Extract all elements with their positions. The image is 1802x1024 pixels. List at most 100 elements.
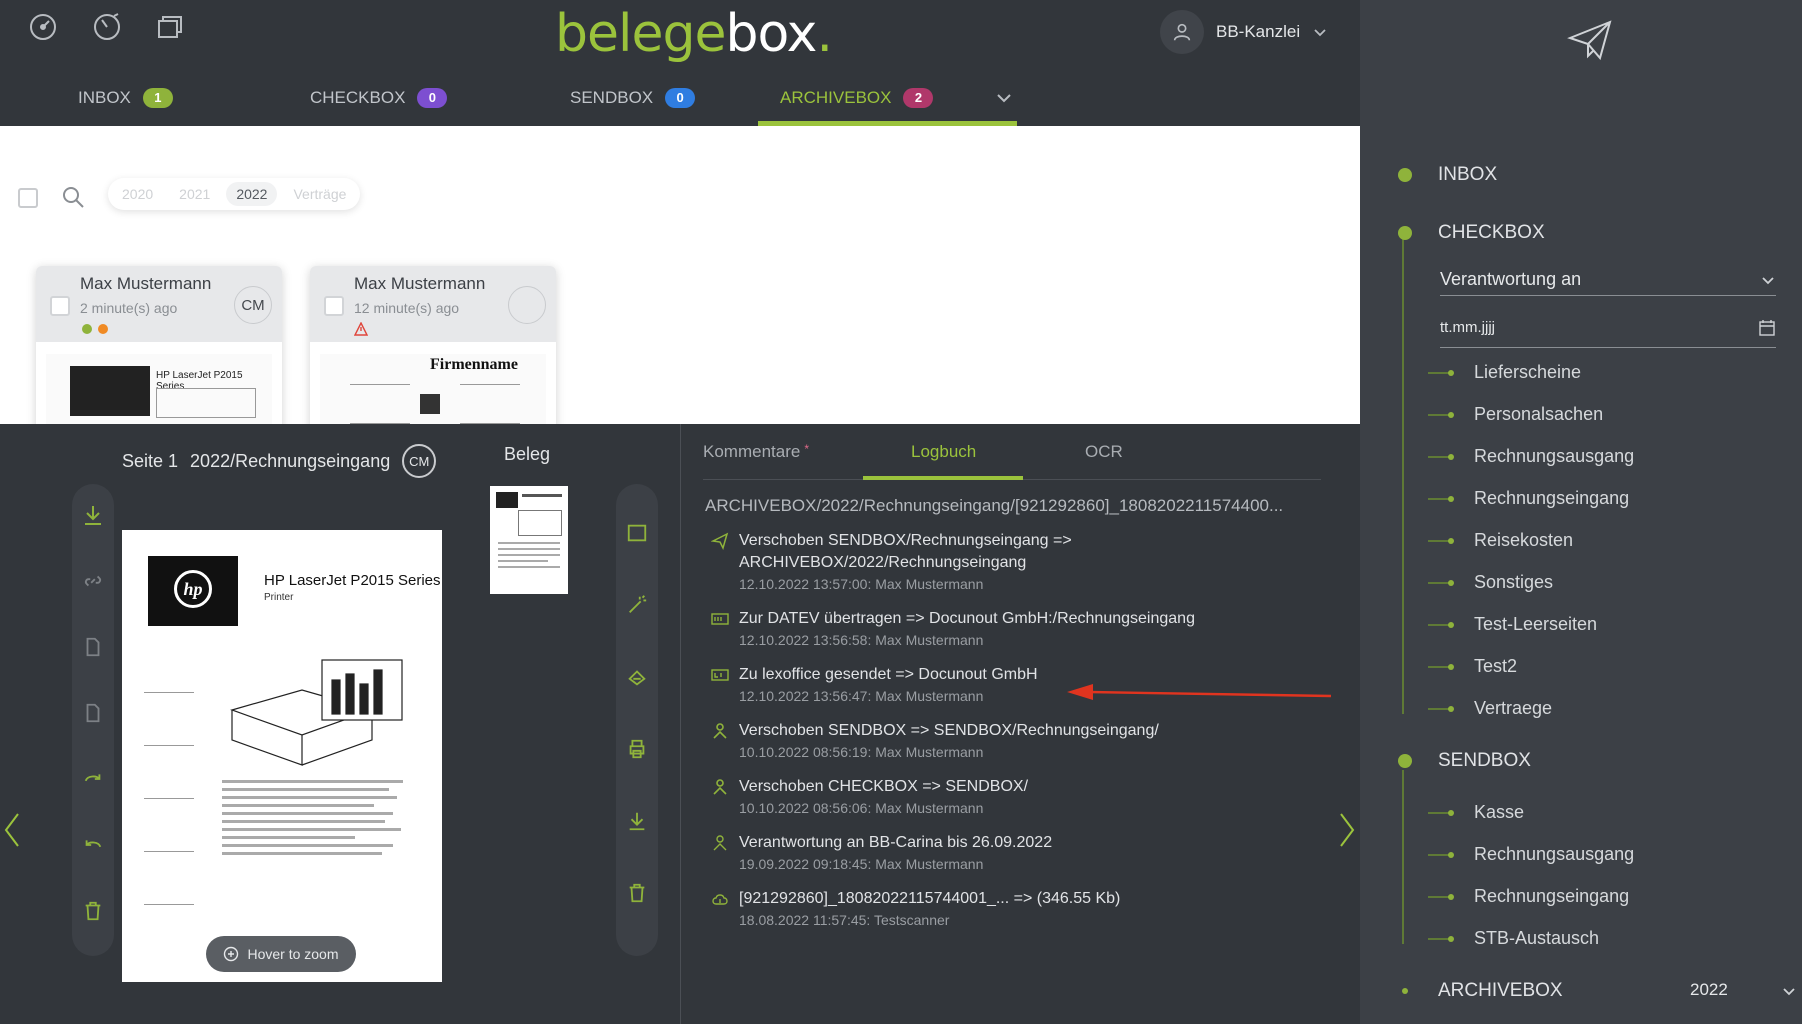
- magic-wand-icon[interactable]: [624, 592, 650, 618]
- sidebar-item-vertraege[interactable]: Vertraege: [1428, 698, 1552, 719]
- sidebar-item-test-leerseiten[interactable]: Test-Leerseiten: [1428, 614, 1597, 635]
- user-menu[interactable]: BB-Kanzlei: [1160, 10, 1328, 54]
- document-card[interactable]: Max Mustermann 12 minute(s) ago Firmenna…: [310, 266, 556, 424]
- previous-page-arrow-icon[interactable]: [2, 810, 22, 850]
- sidebar-item-reisekosten[interactable]: Reisekosten: [1428, 530, 1573, 551]
- document-card[interactable]: Max Mustermann 2 minute(s) ago CM HP Las…: [36, 266, 282, 424]
- trash-icon[interactable]: [80, 898, 106, 924]
- sendbox-count-badge: 0: [665, 88, 696, 108]
- document-remove-icon[interactable]: [80, 700, 106, 726]
- filter-2021[interactable]: 2021: [169, 182, 220, 206]
- download-icon[interactable]: [624, 808, 650, 834]
- tab-kommentare[interactable]: Kommentare *: [703, 442, 809, 462]
- log-entry: Verantwortung an BB-Carina bis 26.09.202…: [711, 832, 1311, 872]
- log-entry: Verschoben CHECKBOX => SENDBOX/ 10.10.20…: [711, 776, 1311, 816]
- tabs-chevron-down-icon[interactable]: [992, 86, 1016, 110]
- hp-logo-block: hp: [148, 556, 238, 626]
- lexoffice-icon: [711, 666, 729, 684]
- document-viewer: Seite 1 2022/Rechnungseingang CM Beleg h…: [0, 424, 680, 1024]
- responsibility-icon: [711, 834, 729, 852]
- logbook-panel: Kommentare * Logbuch OCR ARCHIVEBOX/2022/…: [680, 424, 1360, 1024]
- viewer-initials: CM: [402, 444, 437, 478]
- next-page-arrow-icon[interactable]: [1337, 810, 1357, 850]
- dashboard-icon[interactable]: [26, 10, 60, 44]
- card-initials: [508, 286, 546, 324]
- sendbox-tree-line: [1402, 770, 1404, 944]
- link-icon[interactable]: [80, 568, 106, 594]
- card-thumbnail: HP LaserJet P2015 Series: [46, 354, 272, 424]
- filter-2022[interactable]: 2022: [226, 182, 278, 206]
- speedometer-icon[interactable]: [90, 10, 124, 44]
- sidebar-item-sendbox[interactable]: SENDBOX: [1398, 750, 1531, 772]
- sidebar-item-kasse[interactable]: Kasse: [1428, 802, 1524, 823]
- log-path: ARCHIVEBOX/2022/Rechnungseingang/[921292…: [705, 496, 1284, 515]
- tab-archivebox[interactable]: ARCHIVEBOX 2: [757, 78, 1019, 126]
- card-owner: Max Mustermann: [80, 274, 212, 293]
- download-icon[interactable]: [80, 502, 106, 528]
- windows-icon[interactable]: [154, 10, 188, 44]
- tab-logbuch[interactable]: Logbuch: [911, 442, 976, 462]
- rotate-right-icon[interactable]: [80, 766, 106, 792]
- card-header: Max Mustermann 12 minute(s) ago: [310, 266, 556, 342]
- tab-inbox[interactable]: INBOX 1: [78, 78, 173, 126]
- trash-icon[interactable]: [624, 880, 650, 906]
- plus-circle-icon: [224, 946, 239, 962]
- stamp-icon[interactable]: [624, 664, 650, 690]
- checkbox-tree-line: [1402, 236, 1404, 714]
- status-dot-green: [82, 324, 92, 334]
- tab-sendbox[interactable]: SENDBOX 0: [570, 78, 696, 126]
- card-time: 2 minute(s) ago: [80, 300, 178, 316]
- sidebar-item-checkbox[interactable]: CHECKBOX: [1398, 222, 1545, 244]
- sidebar-item-rechnungseingang-send[interactable]: Rechnungseingang: [1428, 886, 1629, 907]
- send-paper-plane-icon[interactable]: [1566, 16, 1614, 64]
- sidebar-item-rechnungseingang[interactable]: Rechnungseingang: [1428, 488, 1629, 509]
- archivebox-count-badge: 2: [903, 88, 934, 108]
- sidebar-item-inbox[interactable]: INBOX: [1398, 164, 1497, 186]
- tab-ocr[interactable]: OCR: [1085, 442, 1123, 462]
- viewer-right-toolbar: [616, 484, 658, 956]
- sidebar-item-archivebox[interactable]: ARCHIVEBOX: [1398, 980, 1563, 1002]
- filter-vertraege[interactable]: Verträge: [283, 182, 356, 206]
- sidebar-item-personalsachen[interactable]: Personalsachen: [1428, 404, 1603, 425]
- filter-2020[interactable]: 2020: [112, 182, 163, 206]
- beleg-thumbnail[interactable]: [490, 486, 568, 594]
- responsibility-select[interactable]: Verantwortung an: [1440, 264, 1776, 296]
- chevron-down-icon: [1314, 29, 1326, 37]
- sidebar-item-stb-austausch[interactable]: STB-Austausch: [1428, 928, 1599, 949]
- archive-year-select[interactable]: 2022: [1690, 980, 1797, 1000]
- user-name: BB-Kanzlei: [1216, 22, 1301, 41]
- select-frame-icon[interactable]: [624, 520, 650, 546]
- chevron-down-icon: [1762, 276, 1774, 284]
- card-checkbox[interactable]: [50, 296, 70, 316]
- log-entry: Zur DATEV übertragen => Docunout GmbH:/R…: [711, 608, 1311, 648]
- page-preview[interactable]: hp HP LaserJet P2015 Series Printer: [122, 530, 442, 982]
- search-icon[interactable]: [60, 184, 86, 210]
- checkbox-count-badge: 0: [417, 88, 448, 108]
- annotation-arrow-icon: [1067, 684, 1332, 700]
- year-filter: 2020 2021 2022 Verträge: [108, 178, 361, 210]
- date-field[interactable]: tt.mm.jjjj: [1440, 308, 1776, 348]
- page-number: Seite 1: [122, 450, 179, 471]
- tab-checkbox[interactable]: CHECKBOX 0: [310, 78, 448, 126]
- rotate-left-icon[interactable]: [80, 832, 106, 858]
- card-thumb-title: Firmenname: [430, 356, 518, 373]
- sidebar-item-lieferscheine[interactable]: Lieferscheine: [1428, 362, 1581, 383]
- document-list: 2020 2021 2022 Verträge Max Mustermann 2…: [0, 126, 1360, 424]
- print-icon[interactable]: [624, 736, 650, 762]
- sidebar-item-test2[interactable]: Test2: [1428, 656, 1517, 677]
- body-text: [222, 780, 412, 950]
- sidebar-item-sonstiges[interactable]: Sonstiges: [1428, 572, 1553, 593]
- doc-title: HP LaserJet P2015 Series: [264, 572, 441, 589]
- log-entry: Verschoben SENDBOX/Rechnungseingang => A…: [710, 530, 1311, 592]
- sidebar-item-rechnungsausgang[interactable]: Rechnungsausgang: [1428, 446, 1634, 467]
- card-checkbox[interactable]: [324, 296, 344, 316]
- chevron-down-icon: [1782, 987, 1795, 995]
- hover-to-zoom-button[interactable]: Hover to zoom: [206, 936, 356, 972]
- log-tabs: Kommentare * Logbuch OCR: [703, 424, 1321, 480]
- select-all-checkbox[interactable]: [18, 188, 38, 208]
- log-entry: [921292860]_18082022115744001_... => (34…: [711, 888, 1311, 928]
- calendar-icon[interactable]: [1758, 319, 1776, 337]
- sidebar-item-rechnungsausgang-send[interactable]: Rechnungsausgang: [1428, 844, 1634, 865]
- document-add-icon[interactable]: [80, 634, 106, 660]
- sidebar-header: [1360, 0, 1802, 126]
